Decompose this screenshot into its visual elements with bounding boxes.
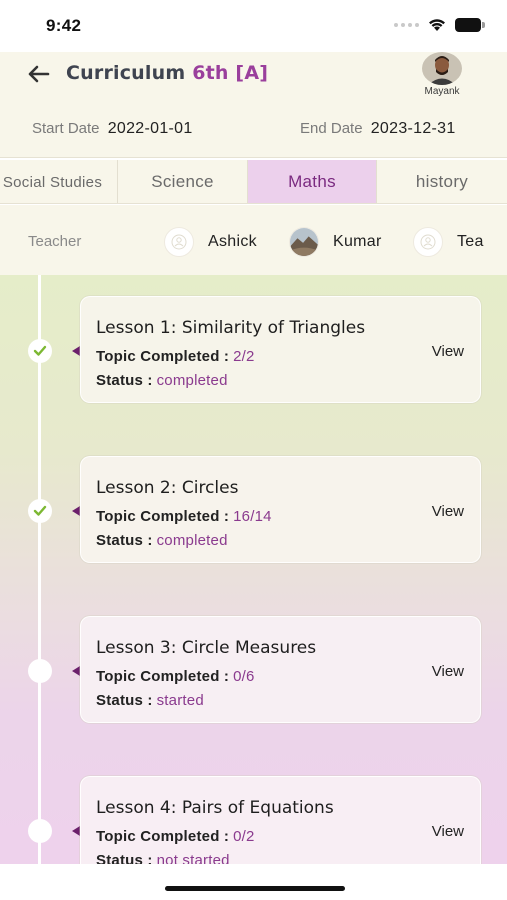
lesson-card[interactable]: Lesson 3: Circle Measures Topic Complete… (80, 616, 481, 723)
card-pointer (72, 506, 80, 516)
view-button[interactable]: View (432, 663, 464, 680)
view-button[interactable]: View (432, 343, 464, 360)
header: Curriculum 6th [A] Mayank (0, 52, 507, 100)
subject-tabs: Social Studies Science Maths history (0, 160, 507, 204)
lesson-status: Status : completed (96, 372, 228, 389)
page-title-text: Curriculum (66, 62, 186, 84)
lesson-card[interactable]: Lesson 4: Pairs of Equations Topic Compl… (80, 776, 481, 864)
status-icons (394, 17, 485, 32)
user-profile[interactable]: Mayank (418, 52, 466, 100)
lesson-title: Lesson 3: Circle Measures (96, 638, 317, 658)
teacher-avatar (289, 227, 319, 257)
teacher-row: Teacher Ashick Kumar Tea (0, 205, 507, 275)
back-arrow-icon (28, 65, 50, 83)
card-pointer (72, 826, 80, 836)
status-label: Status : (96, 372, 153, 389)
topic-label: Topic Completed : (96, 668, 230, 685)
home-indicator[interactable] (165, 886, 345, 891)
topic-completed: Topic Completed :16/14 (96, 508, 272, 525)
lesson-status: Status : not started (96, 852, 230, 864)
card-pointer (72, 346, 80, 356)
lesson-card[interactable]: Lesson 2: Circles Topic Completed :16/14… (80, 456, 481, 563)
status-value: started (156, 692, 204, 709)
timeline-node (28, 819, 52, 843)
date-range: Start Date 2022-01-01 End Date 2023-12-3… (0, 100, 507, 158)
status-value: not started (156, 852, 230, 864)
timeline-node (28, 499, 52, 523)
lesson-timeline[interactable]: Lesson 1: Similarity of Triangles Topic … (0, 275, 507, 864)
status-value: completed (156, 372, 228, 389)
start-date-value: 2022-01-01 (107, 120, 193, 137)
topic-completed: Topic Completed :0/6 (96, 668, 255, 685)
back-button[interactable] (24, 62, 52, 86)
start-date-label: Start Date (32, 120, 100, 137)
topic-completed: Topic Completed :2/2 (96, 348, 255, 365)
end-date: End Date 2023-12-31 (300, 120, 456, 138)
lesson-status: Status : completed (96, 532, 228, 549)
lesson-title: Lesson 4: Pairs of Equations (96, 798, 334, 818)
status-bar: 9:42 (0, 0, 507, 52)
tab-science[interactable]: Science (118, 160, 248, 203)
status-value: completed (156, 532, 228, 549)
person-placeholder-icon (164, 227, 194, 257)
battery-icon (455, 17, 485, 32)
timeline-line (38, 275, 41, 864)
avatar-name: Mayank (424, 86, 460, 97)
status-label: Status : (96, 532, 153, 549)
view-button[interactable]: View (432, 503, 464, 520)
teacher-name: Kumar (333, 233, 382, 250)
lesson-status: Status : started (96, 692, 204, 709)
cellular-signal-icon (394, 22, 419, 27)
teacher-chip-ashick[interactable]: Ashick (164, 227, 257, 257)
topic-value: 0/6 (233, 668, 255, 685)
teacher-label: Teacher (28, 233, 82, 250)
lesson-card[interactable]: Lesson 1: Similarity of Triangles Topic … (80, 296, 481, 403)
topic-value: 0/2 (233, 828, 255, 845)
teacher-chip-tea[interactable]: Tea (413, 227, 484, 257)
check-icon (33, 345, 47, 356)
topic-completed: Topic Completed :0/2 (96, 828, 255, 845)
topic-value: 2/2 (233, 348, 255, 365)
start-date: Start Date 2022-01-01 (32, 120, 193, 138)
tab-maths[interactable]: Maths (248, 160, 377, 203)
card-pointer (72, 666, 80, 676)
page-title: Curriculum 6th [A] (66, 62, 268, 84)
status-time: 9:42 (46, 16, 82, 35)
view-button[interactable]: View (432, 823, 464, 840)
home-indicator-bar (0, 864, 507, 900)
lesson-title: Lesson 2: Circles (96, 478, 239, 498)
check-icon (33, 505, 47, 516)
lesson-title: Lesson 1: Similarity of Triangles (96, 318, 366, 338)
teacher-name: Tea (457, 233, 484, 250)
timeline-node (28, 339, 52, 363)
timeline-node (28, 659, 52, 683)
topic-value: 16/14 (233, 508, 272, 525)
topic-label: Topic Completed : (96, 828, 230, 845)
tab-history[interactable]: history (377, 160, 507, 203)
class-label: 6th [A] (192, 62, 269, 84)
end-date-value: 2023-12-31 (370, 120, 456, 137)
end-date-label: End Date (300, 120, 363, 137)
person-placeholder-icon (413, 227, 443, 257)
teacher-name: Ashick (208, 233, 257, 250)
topic-label: Topic Completed : (96, 508, 230, 525)
topic-label: Topic Completed : (96, 348, 230, 365)
status-label: Status : (96, 692, 153, 709)
avatar[interactable] (422, 52, 462, 85)
status-label: Status : (96, 852, 153, 864)
wifi-icon (429, 19, 445, 31)
teacher-chip-kumar[interactable]: Kumar (289, 227, 382, 257)
tab-social-studies[interactable]: Social Studies (0, 160, 118, 203)
